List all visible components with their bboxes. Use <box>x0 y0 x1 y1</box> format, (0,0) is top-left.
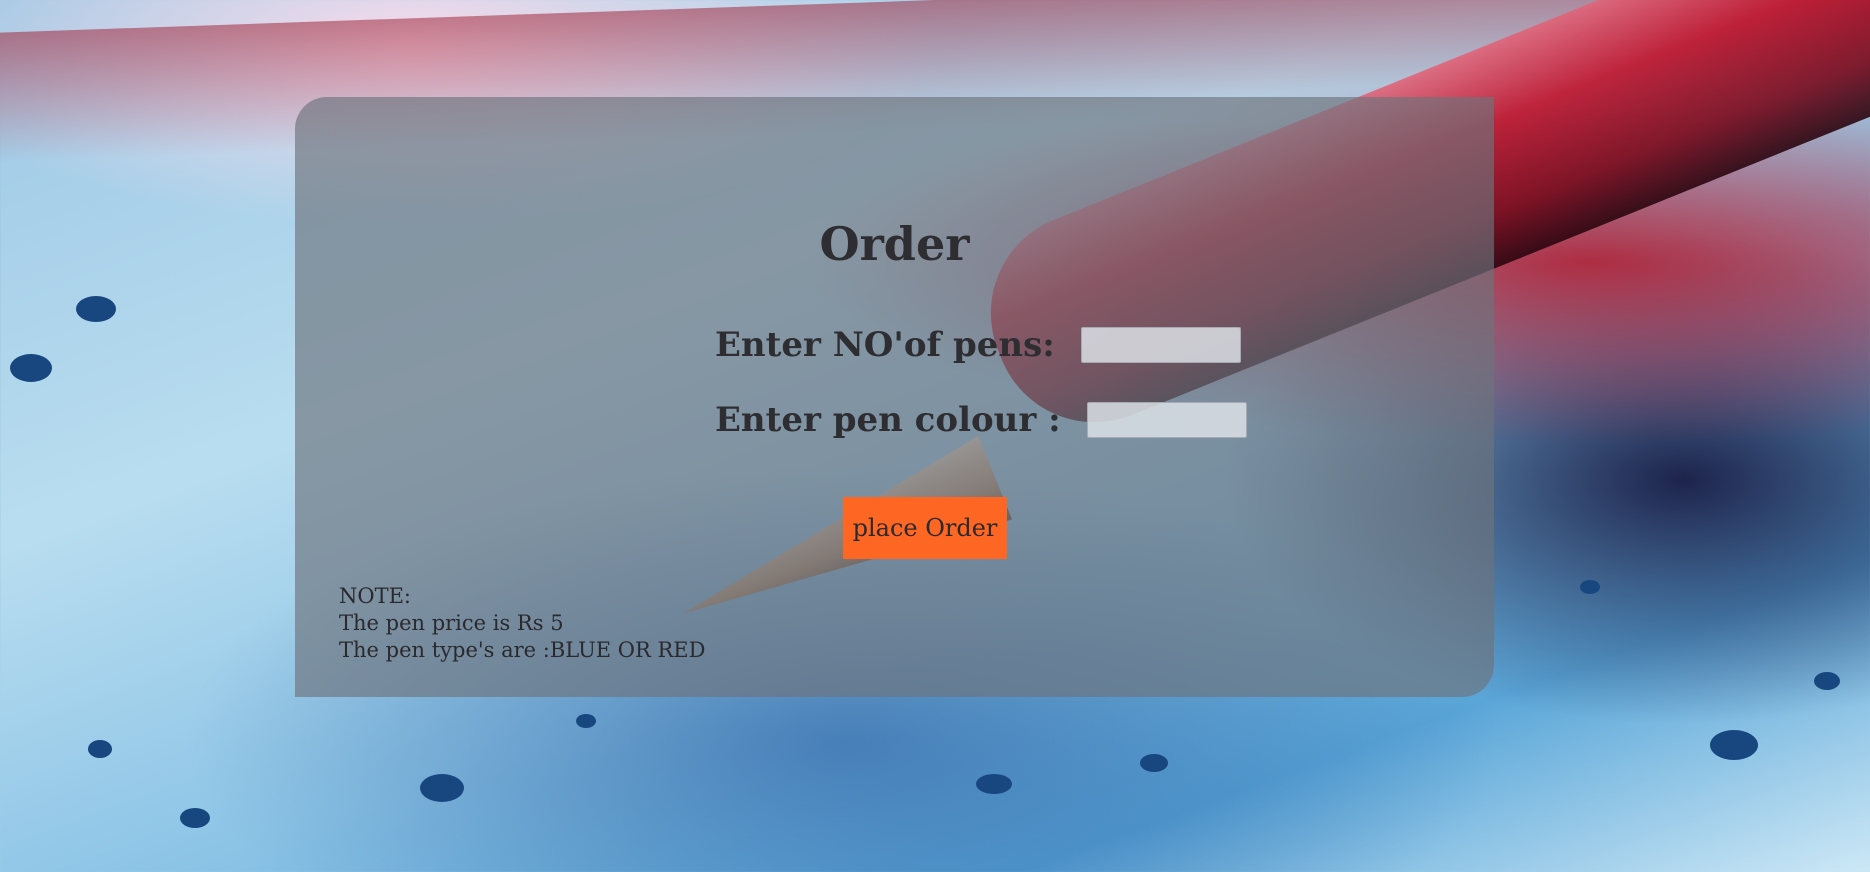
background-ink-splat <box>88 740 112 758</box>
background-ink-splat <box>1140 754 1168 772</box>
background-ink-splat <box>976 774 1012 794</box>
background-ink-splat <box>180 808 210 828</box>
background-ink-splat <box>420 774 464 802</box>
background-ink-splat <box>10 354 52 382</box>
background-ink-splat <box>1814 672 1840 690</box>
background-ink-splat <box>76 296 116 322</box>
background-ink-splat <box>1710 730 1758 760</box>
order-card: Order Enter NO'of pens: Enter pen colour… <box>295 97 1494 697</box>
pen-colour-input[interactable] <box>1086 402 1247 438</box>
page-title: Order <box>819 217 970 271</box>
pens-label: Enter NO'of pens: <box>715 325 1055 365</box>
pens-count-input[interactable] <box>1080 327 1241 363</box>
note-block: NOTE: The pen price is Rs 5 The pen type… <box>339 583 705 664</box>
background-ink-splat <box>576 714 596 728</box>
note-price: The pen price is Rs 5 <box>339 611 564 635</box>
note-pen-types: The pen type's are :BLUE OR RED <box>339 638 706 662</box>
colour-label: Enter pen colour : <box>715 400 1061 440</box>
background-ink-splat <box>1580 580 1600 594</box>
colour-row: Enter pen colour : <box>715 400 1247 440</box>
note-heading: NOTE: <box>339 584 412 608</box>
place-order-button[interactable]: place Order <box>843 497 1007 559</box>
pens-row: Enter NO'of pens: <box>715 325 1241 365</box>
